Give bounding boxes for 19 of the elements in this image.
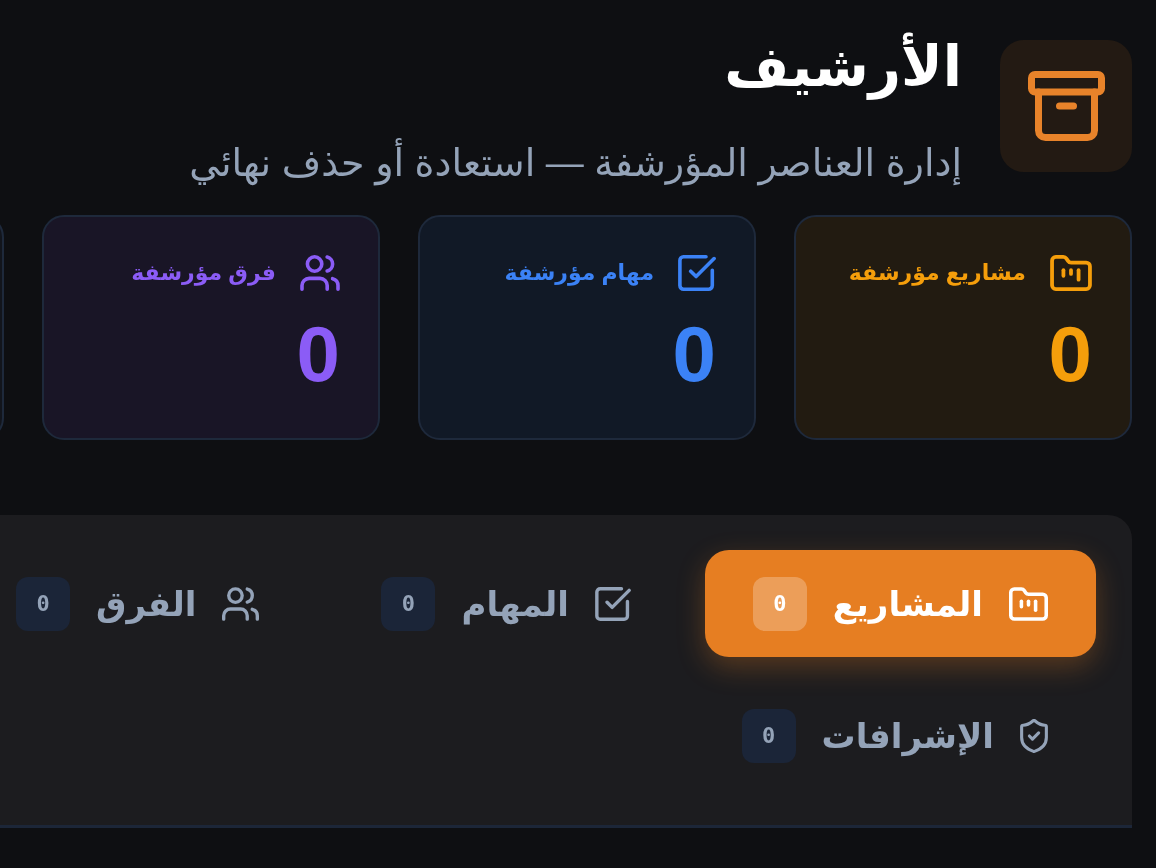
count-badge: 0 [381, 576, 436, 631]
stat-label: مشاريع مؤرشفة [848, 260, 1026, 287]
count-badge: 0 [741, 708, 796, 763]
archive-icon [1000, 40, 1132, 172]
users-icon [300, 255, 340, 292]
folder-icon [1050, 255, 1092, 292]
stat-value: 0 [1048, 315, 1092, 394]
folder-icon [1009, 586, 1048, 621]
count-badge: 0 [16, 576, 71, 631]
checkbox-icon [678, 255, 716, 292]
checkbox-icon [594, 586, 631, 621]
stat-value: 0 [296, 315, 340, 394]
page-title: الأرشيف [724, 28, 962, 107]
stat-label: فرق مؤرشفة [131, 260, 276, 287]
shield-check-icon [1020, 718, 1048, 753]
stat-label: مهام مؤرشفة [504, 260, 654, 287]
users-icon [222, 586, 260, 621]
stat-value: 0 [672, 315, 716, 394]
count-badge: 0 [752, 576, 807, 631]
